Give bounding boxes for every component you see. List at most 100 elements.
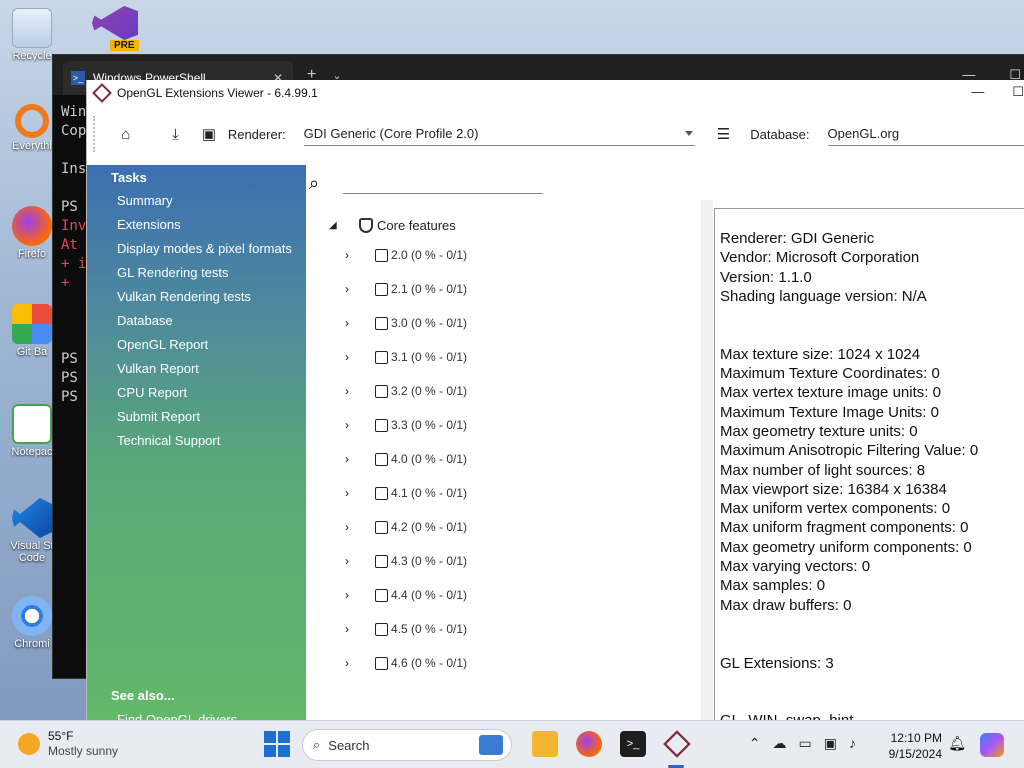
expand-arrow-icon[interactable]: › xyxy=(307,384,349,398)
temperature: 55°F xyxy=(48,729,74,743)
info-line: Max geometry texture units: 0 xyxy=(720,422,918,440)
sidebar-item-gl-rendering-tests[interactable]: GL Rendering tests xyxy=(87,261,306,285)
sidebar-item-extensions[interactable]: Extensions xyxy=(87,213,306,237)
sidebar-item-find-drivers[interactable]: Find OpenGL drivers xyxy=(117,712,237,720)
expand-arrow-icon[interactable]: › xyxy=(307,350,349,364)
feature-checkbox[interactable] xyxy=(375,282,388,296)
feature-checkbox[interactable] xyxy=(375,350,388,364)
clock[interactable]: 12:10 PM 9/15/2024 xyxy=(889,730,942,762)
vscode-icon xyxy=(12,498,52,538)
tree-node[interactable]: › 2.1 (0 % - 0/1) xyxy=(307,272,702,306)
sidebar-item-vulkan-report[interactable]: Vulkan Report xyxy=(87,357,306,381)
chevron-up-icon[interactable]: ⌃ xyxy=(749,735,761,752)
sidebar-item-submit-report[interactable]: Submit Report xyxy=(87,405,306,429)
opengl-viewer-icon[interactable] xyxy=(663,730,691,758)
expand-arrow-icon[interactable]: › xyxy=(307,418,349,432)
search-icon: ⌕ xyxy=(313,737,321,752)
feature-checkbox[interactable] xyxy=(375,452,388,466)
renderer-info-panel: Renderer: GDI Generic Vendor: Microsoft C… xyxy=(714,208,1024,720)
expand-arrow-icon[interactable]: › xyxy=(307,248,349,262)
see-also-header: See also... xyxy=(111,688,175,703)
sidebar-item-cpu-report[interactable]: CPU Report xyxy=(87,381,306,405)
info-line: Max varying vectors: 0 xyxy=(720,558,871,576)
feature-checkbox[interactable] xyxy=(375,486,388,500)
maximize-button[interactable]: ☐ xyxy=(1012,84,1024,100)
tree-node[interactable]: › 3.1 (0 % - 0/1) xyxy=(307,340,702,374)
sidebar-item-database[interactable]: Database xyxy=(87,309,306,333)
download-icon[interactable]: ⤓ xyxy=(165,123,187,145)
toolbar: ⌂ ⤓ ▣ Renderer: GDI Generic (Core Profil… xyxy=(87,114,1024,154)
tree-node[interactable]: › 3.2 (0 % - 0/1) xyxy=(307,374,702,408)
renderer-label: Renderer: xyxy=(227,126,286,142)
tree-node-label: 4.5 (0 % - 0/1) xyxy=(391,622,468,636)
sidebar-item-summary[interactable]: Summary xyxy=(87,189,306,213)
opengl-viewer-window[interactable]: OpenGL Extensions Viewer - 6.4.99.1 — ☐ … xyxy=(86,80,1024,720)
sidebar-item-vulkan-rendering-tests[interactable]: Vulkan Rendering tests xyxy=(87,285,306,309)
feature-checkbox[interactable] xyxy=(375,316,388,330)
renderer-select[interactable]: GDI Generic (Core Profile 2.0) xyxy=(303,122,695,146)
database-icon[interactable]: ☰ xyxy=(713,123,735,145)
volume-icon[interactable]: ♪ xyxy=(849,735,856,752)
expand-arrow-icon[interactable]: › xyxy=(307,656,349,670)
info-line xyxy=(720,673,1024,692)
tree-node[interactable]: › 3.0 (0 % - 0/1) xyxy=(307,306,702,340)
firefox-icon[interactable] xyxy=(576,731,602,757)
tree-root[interactable]: ◢ Core features xyxy=(307,212,702,238)
sidebar-item-technical-support[interactable]: Technical Support xyxy=(87,429,306,453)
feature-checkbox[interactable] xyxy=(375,248,388,262)
tree-node[interactable]: › 4.0 (0 % - 0/1) xyxy=(307,442,702,476)
window-titlebar[interactable]: OpenGL Extensions Viewer - 6.4.99.1 — ☐ xyxy=(87,80,1024,106)
sidebar-item-display-modes-pixel-formats[interactable]: Display modes & pixel formats xyxy=(87,237,306,261)
cloud-offline-icon[interactable]: ☁ xyxy=(773,735,787,752)
feature-checkbox[interactable] xyxy=(375,622,388,636)
collapse-icon[interactable]: ◢ xyxy=(307,220,337,231)
expand-arrow-icon[interactable]: › xyxy=(307,282,349,296)
window-title: OpenGL Extensions Viewer - 6.4.99.1 xyxy=(117,86,318,100)
feature-checkbox[interactable] xyxy=(375,656,388,670)
search-row: ⌕ xyxy=(309,173,629,197)
tree-node-label: 4.2 (0 % - 0/1) xyxy=(391,520,468,534)
expand-arrow-icon[interactable]: › xyxy=(307,316,349,330)
expand-arrow-icon[interactable]: › xyxy=(307,554,349,568)
search-icon[interactable]: ⌕ xyxy=(309,173,319,194)
feature-checkbox[interactable] xyxy=(375,588,388,602)
tree-node[interactable]: › 4.3 (0 % - 0/1) xyxy=(307,544,702,578)
notification-bell-icon[interactable]: 🔔︎ xyxy=(948,735,966,752)
tree-node[interactable]: › 4.4 (0 % - 0/1) xyxy=(307,578,702,612)
expand-arrow-icon[interactable]: › xyxy=(307,520,349,534)
taskbar-search[interactable]: ⌕ Search xyxy=(302,729,512,761)
expand-arrow-icon[interactable]: › xyxy=(307,622,349,636)
feature-checkbox[interactable] xyxy=(375,384,388,398)
network-icon[interactable]: ▭ xyxy=(799,735,812,752)
visual-studio-preview-icon[interactable]: PRE xyxy=(92,6,140,52)
expand-arrow-icon[interactable]: › xyxy=(307,486,349,500)
sidebar-item-opengl-report[interactable]: OpenGL Report xyxy=(87,333,306,357)
info-line: Max geometry uniform components: 0 xyxy=(720,538,972,556)
tree-node[interactable]: › 4.1 (0 % - 0/1) xyxy=(307,476,702,510)
feature-checkbox[interactable] xyxy=(375,554,388,568)
file-explorer-icon[interactable] xyxy=(532,731,558,757)
chip-icon[interactable]: ▣ xyxy=(198,123,220,145)
info-line: Renderer: GDI Generic xyxy=(720,230,875,247)
tree-node[interactable]: › 4.5 (0 % - 0/1) xyxy=(307,612,702,646)
weather-widget[interactable]: 55°F Mostly sunny xyxy=(18,729,118,759)
minimize-button[interactable]: — xyxy=(971,84,984,100)
expand-arrow-icon[interactable]: › xyxy=(307,452,349,466)
tree-node[interactable]: › 4.6 (0 % - 0/1) xyxy=(307,646,702,680)
tree-scrollbar[interactable] xyxy=(701,200,713,720)
device-icon[interactable]: ▣ xyxy=(824,735,837,752)
windows-start-icon[interactable] xyxy=(264,731,290,757)
database-select[interactable]: OpenGL.org xyxy=(827,122,1024,146)
feature-checkbox[interactable] xyxy=(375,418,388,432)
taskbar: 55°F Mostly sunny ⌕ Search >_ ⌃ ☁ ▭ ▣ ♪ … xyxy=(0,720,1024,768)
home-icon[interactable]: ⌂ xyxy=(115,123,137,145)
copilot-icon[interactable] xyxy=(980,733,1004,757)
search-input[interactable] xyxy=(343,193,543,194)
expand-arrow-icon[interactable]: › xyxy=(307,588,349,602)
tree-node[interactable]: › 4.2 (0 % - 0/1) xyxy=(307,510,702,544)
tree-node[interactable]: › 3.3 (0 % - 0/1) xyxy=(307,408,702,442)
tree-node-label: 3.0 (0 % - 0/1) xyxy=(391,316,468,330)
terminal-icon[interactable]: >_ xyxy=(620,731,646,757)
feature-checkbox[interactable] xyxy=(375,520,388,534)
tree-node[interactable]: › 2.0 (0 % - 0/1) xyxy=(307,238,702,272)
